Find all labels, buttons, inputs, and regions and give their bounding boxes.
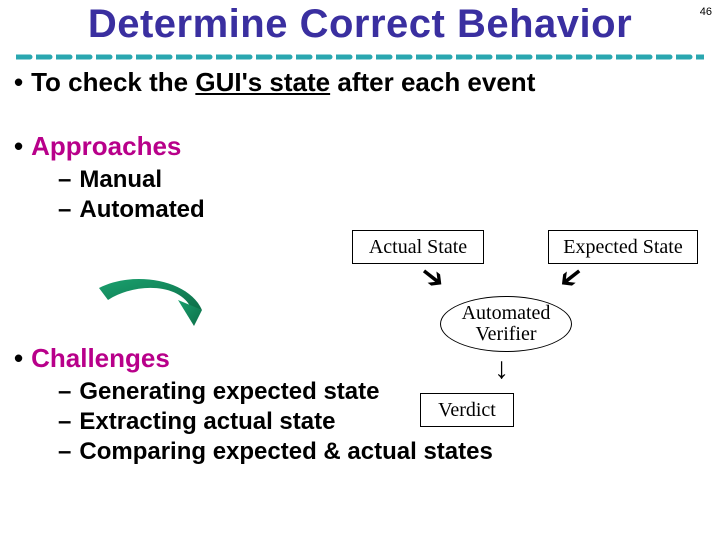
title-underline	[16, 52, 704, 60]
slide: 46 Determine Correct Behavior •To check …	[0, 0, 720, 540]
challenges-block: •Challenges –Generating expected state –…	[14, 342, 706, 467]
dash-icon: –	[58, 408, 71, 435]
sub-extract-actual: –Extracting actual state	[58, 407, 706, 437]
sub-compare: –Comparing expected & actual states	[58, 437, 706, 467]
swoosh-arrow-icon	[94, 276, 214, 351]
sub-extract-actual-label: Extracting actual state	[79, 408, 335, 435]
arrow-verifier-to-verdict-icon: ↓	[494, 352, 509, 386]
sub-manual-label: Manual	[79, 166, 162, 193]
sub-automated: –Automated	[58, 195, 706, 225]
dash-icon: –	[58, 166, 71, 193]
bullet-dot-icon: •	[14, 343, 23, 373]
box-verdict: Verdict	[420, 393, 514, 427]
dash-icon: –	[58, 196, 71, 223]
bullet-dot-icon: •	[14, 131, 23, 161]
approaches-block: • Approaches –Manual –Automated	[14, 130, 706, 225]
sub-automated-label: Automated	[79, 196, 204, 223]
bullet-dot-icon: •	[14, 67, 23, 97]
slide-title: Determine Correct Behavior	[0, 2, 720, 47]
oval-automated-verifier: AutomatedVerifier	[440, 296, 572, 352]
bullet-approaches: • Approaches	[14, 130, 706, 163]
sub-compare-label: Comparing expected & actual states	[79, 438, 492, 465]
bullet-check-gui: • To check the GUI's state after each eve…	[14, 66, 706, 99]
bullet1-gui: GUI's state	[195, 67, 330, 97]
sub-gen-expected: –Generating expected state	[58, 377, 706, 407]
content-area: • To check the GUI's state after each eve…	[14, 66, 706, 101]
sub-gen-expected-label: Generating expected state	[79, 378, 379, 405]
bullet1-suffix: after each event	[330, 67, 535, 97]
verifier-text: AutomatedVerifier	[462, 303, 551, 345]
dash-icon: –	[58, 438, 71, 465]
bullet1-prefix: To check the	[31, 67, 195, 97]
sub-manual: –Manual	[58, 165, 706, 195]
box-actual-state: Actual State	[352, 230, 484, 264]
dash-icon: –	[58, 378, 71, 405]
approaches-label: Approaches	[31, 131, 181, 161]
